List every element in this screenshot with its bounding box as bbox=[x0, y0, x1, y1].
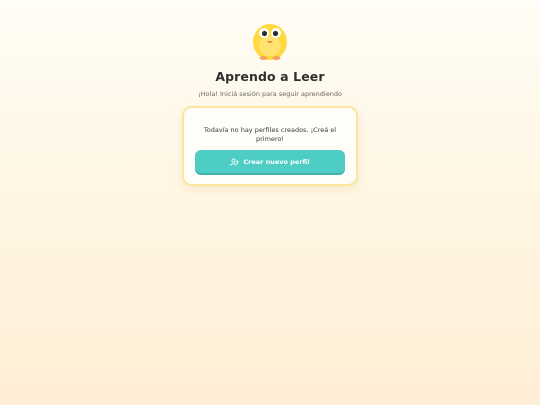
profiles-card: Todavía no hay perfiles creados. ¡Creá e… bbox=[182, 106, 358, 186]
user-plus-icon bbox=[230, 157, 240, 166]
chick-mascot-icon bbox=[253, 24, 287, 60]
create-profile-button-label: Crear nuevo perfil bbox=[243, 157, 310, 166]
empty-profiles-message: Todavía no hay perfiles creados. ¡Creá e… bbox=[203, 126, 337, 143]
app-title: Aprendo a Leer bbox=[215, 69, 325, 84]
create-profile-button[interactable]: Crear nuevo perfil bbox=[195, 150, 345, 173]
login-subtitle: ¡Hola! Iniciá sesión para seguir aprendi… bbox=[198, 90, 342, 98]
